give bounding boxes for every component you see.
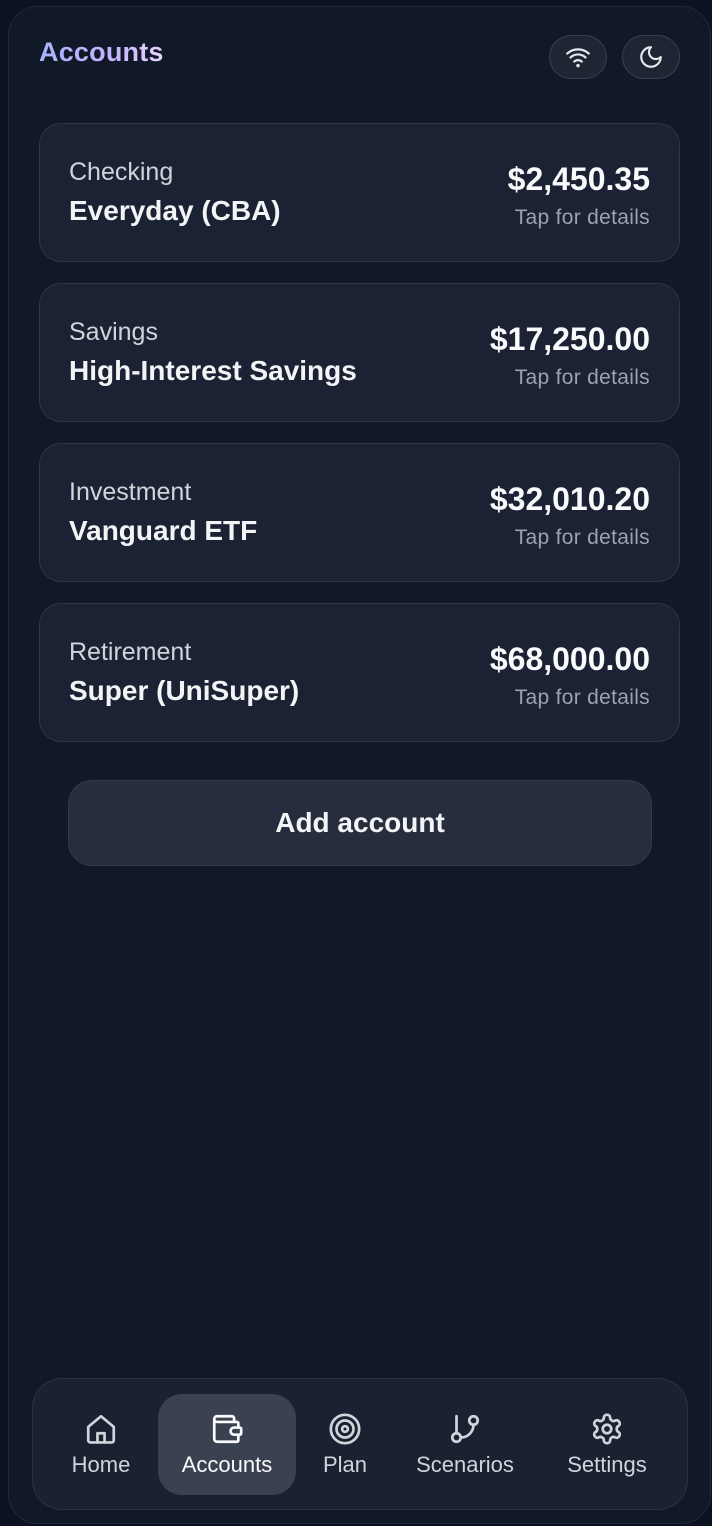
account-list: Checking Everyday (CBA) $2,450.35 Tap fo… <box>39 123 680 763</box>
account-balance: $68,000.00 <box>489 641 650 677</box>
page-title: Accounts <box>39 37 164 67</box>
home-icon <box>86 1414 116 1444</box>
tab-accounts[interactable]: Accounts <box>158 1394 296 1495</box>
account-name: Super (UniSuper) <box>69 675 300 706</box>
header: Accounts <box>39 35 680 79</box>
account-card[interactable]: Investment Vanguard ETF $32,010.20 Tap f… <box>39 443 680 582</box>
account-card[interactable]: Checking Everyday (CBA) $2,450.35 Tap fo… <box>39 123 680 262</box>
account-type: Investment <box>69 478 192 506</box>
tab-label: Home <box>71 1451 131 1477</box>
tab-settings[interactable]: Settings <box>555 1394 659 1495</box>
tab-home[interactable]: Home <box>61 1394 141 1495</box>
wallet-icon <box>212 1414 243 1443</box>
account-hint: Tap for details <box>514 526 650 549</box>
add-account-button[interactable]: Add account <box>68 780 652 866</box>
gear-icon <box>592 1412 622 1445</box>
tab-label: Settings <box>567 1451 647 1477</box>
account-hint: Tap for details <box>514 366 650 389</box>
app-frame: Accounts Checking Everyday (CBA) $2,450.… <box>8 6 711 1524</box>
tab-plan[interactable]: Plan <box>312 1394 378 1495</box>
account-name: Everyday (CBA) <box>69 195 281 226</box>
account-balance: $2,450.35 <box>507 161 650 197</box>
account-hint: Tap for details <box>514 206 650 229</box>
wifi-button[interactable] <box>549 35 607 79</box>
tab-label: Plan <box>322 1451 368 1477</box>
moon-icon <box>640 46 662 68</box>
tab-label: Scenarios <box>416 1451 514 1477</box>
theme-toggle-button[interactable] <box>622 35 680 79</box>
account-card[interactable]: Savings High-Interest Savings $17,250.00… <box>39 283 680 422</box>
account-hint: Tap for details <box>514 686 650 709</box>
account-name: Vanguard ETF <box>69 515 258 546</box>
tab-scenarios[interactable]: Scenarios <box>408 1394 522 1495</box>
bottom-nav: Home Accounts Plan Scenarios Settings <box>32 1378 688 1510</box>
target-icon <box>329 1412 361 1445</box>
tab-label: Accounts <box>181 1451 273 1477</box>
account-type: Savings <box>69 318 158 346</box>
account-card[interactable]: Retirement Super (UniSuper) $68,000.00 T… <box>39 603 680 742</box>
account-type: Checking <box>69 158 174 186</box>
account-name: High-Interest Savings <box>69 355 357 386</box>
account-balance: $17,250.00 <box>489 321 650 357</box>
git-branch-icon <box>450 1414 480 1443</box>
wifi-icon <box>566 48 590 68</box>
account-type: Retirement <box>69 638 192 666</box>
account-balance: $32,010.20 <box>489 481 650 517</box>
